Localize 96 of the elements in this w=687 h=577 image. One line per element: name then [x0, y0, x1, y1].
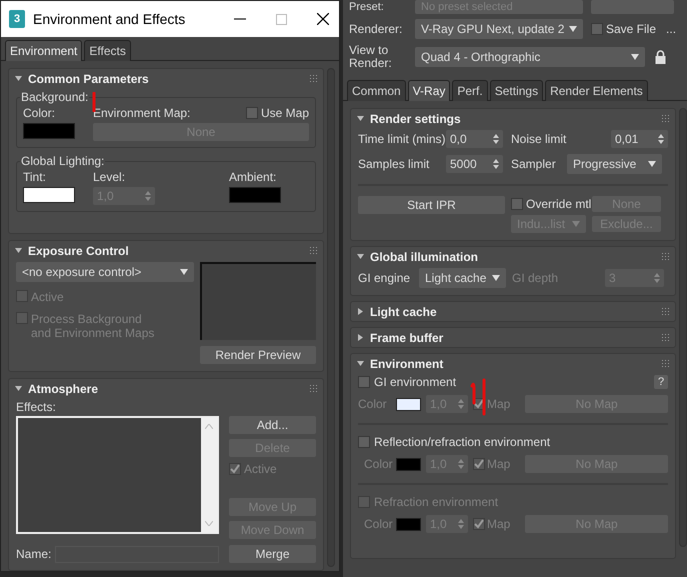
group-label: Background: — [20, 90, 90, 104]
checkbox[interactable] — [358, 376, 370, 388]
field-label: Name: — [16, 547, 49, 561]
field-label: Tint: — [23, 170, 47, 184]
field-label: Preset: — [349, 1, 385, 13]
maximize-icon[interactable] — [276, 14, 287, 24]
rollout-header[interactable]: Atmosphere — [9, 379, 323, 398]
rollout-header[interactable]: Frame buffer — [351, 328, 675, 347]
checkbox-label: Save File — [606, 22, 656, 36]
rollout-header[interactable]: Light cache — [351, 302, 675, 321]
spinner-arrows-icon[interactable] — [458, 519, 464, 529]
color-swatch[interactable] — [396, 398, 421, 410]
rollout-header[interactable]: Environment — [351, 354, 675, 373]
minimize-icon[interactable] — [234, 18, 246, 20]
color-swatch[interactable] — [23, 123, 75, 139]
annotation-mark — [92, 92, 96, 112]
expand-triangle-icon[interactable] — [357, 334, 364, 341]
scroll-up-icon[interactable] — [205, 424, 213, 429]
lock-icon[interactable] — [655, 50, 666, 64]
field-label: Color: — [23, 106, 56, 120]
tab[interactable]: V-Ray — [408, 80, 450, 101]
rollout-header[interactable]: Render settings — [351, 109, 675, 128]
collapse-triangle-icon[interactable] — [15, 75, 22, 82]
field-label: Level: — [93, 170, 126, 184]
caret-icon — [180, 269, 188, 275]
collapse-triangle-icon[interactable] — [357, 115, 364, 122]
start-ipr-button[interactable]: Start IPR — [358, 196, 505, 214]
checkbox[interactable] — [358, 436, 370, 448]
color-swatch[interactable] — [23, 187, 75, 203]
field-label: View to Render: — [349, 44, 393, 70]
checkbox[interactable] — [246, 107, 258, 119]
caret-icon — [492, 275, 500, 281]
dropdown[interactable]: V-Ray GPU Next, update 2 — [415, 19, 583, 39]
dropdown[interactable]: Progressive — [567, 154, 662, 174]
field-label: Renderer: — [349, 22, 404, 36]
collapse-triangle-icon[interactable] — [15, 385, 22, 392]
effects-list[interactable] — [16, 416, 219, 534]
more-button[interactable]: ... — [662, 20, 680, 38]
spinner-arrows-icon[interactable] — [145, 191, 151, 201]
checkbox-label: GI environment — [374, 375, 456, 389]
spinner-field[interactable]: 5000 — [446, 155, 503, 173]
spinner-arrows-icon[interactable] — [658, 134, 664, 144]
spinner-field[interactable]: 0,01 — [611, 130, 668, 148]
group-label: Global Lighting: — [20, 154, 106, 168]
rollout-header[interactable]: Common Parameters — [9, 69, 323, 88]
close-icon[interactable] — [317, 13, 329, 25]
tab[interactable]: Render Elements — [545, 80, 648, 101]
field-label: Samples limit — [358, 157, 430, 171]
collapse-triangle-icon[interactable] — [357, 360, 364, 367]
collapse-triangle-icon[interactable] — [15, 247, 22, 254]
field-label: Environment Map: — [93, 106, 190, 120]
spinner-arrows-icon[interactable] — [458, 459, 464, 469]
rollout-header[interactable]: Global illumination — [351, 247, 675, 266]
caret-icon — [572, 221, 580, 227]
rollout-header[interactable]: Exposure Control — [9, 241, 323, 260]
spinner-arrows-icon[interactable] — [493, 134, 499, 144]
color-swatch[interactable] — [396, 458, 421, 470]
tab[interactable]: Effects — [84, 40, 131, 61]
color-swatch[interactable] — [229, 187, 281, 203]
tab[interactable]: Perf. — [452, 80, 488, 101]
field-label: Ambient: — [229, 170, 278, 184]
dropdown[interactable]: Light cache — [419, 268, 506, 288]
field-label: Noise limit — [511, 132, 568, 146]
merge-button[interactable]: Merge — [229, 545, 316, 563]
caret-icon — [631, 54, 639, 60]
spinner-arrows-icon[interactable] — [458, 399, 464, 409]
spinner-arrows-icon[interactable] — [654, 273, 660, 283]
checkbox[interactable] — [473, 458, 485, 470]
caret-icon — [569, 26, 577, 32]
checkbox[interactable] — [591, 23, 603, 35]
expand-triangle-icon[interactable] — [357, 308, 364, 315]
checkbox[interactable] — [511, 198, 523, 210]
annotation-mark — [470, 378, 488, 416]
list-action-button[interactable]: Add... — [229, 416, 316, 434]
checkbox-label: Reflection/refraction environment — [374, 435, 550, 449]
window-title: Environment and Effects — [33, 11, 186, 27]
field-label: Effects: — [16, 400, 57, 414]
collapse-triangle-icon[interactable] — [357, 253, 364, 260]
spinner-arrows-icon[interactable] — [493, 159, 499, 169]
tab[interactable]: Environment — [5, 40, 82, 61]
field-label: GI engine — [358, 271, 412, 285]
app-logo: 3 — [9, 10, 25, 28]
field-label: Time limit (mins) — [358, 132, 446, 146]
dropdown[interactable]: <no exposure control> — [16, 262, 194, 282]
checkbox-label: Override mtl — [526, 197, 592, 211]
checkbox-label: Use Map — [260, 106, 309, 120]
render-preview-button[interactable]: Render Preview — [200, 346, 316, 364]
caret-icon — [648, 161, 656, 167]
help-button[interactable]: ? — [654, 375, 668, 389]
dropdown[interactable]: Quad 4 - Orthographic — [415, 47, 645, 67]
tab[interactable]: Common — [347, 80, 406, 101]
field-label: Sampler — [511, 157, 557, 171]
scroll-down-icon[interactable] — [205, 521, 213, 526]
list-scrollbar[interactable] — [201, 418, 217, 532]
spinner-field[interactable]: 0,0 — [446, 130, 503, 148]
tab[interactable]: Settings — [490, 80, 544, 101]
